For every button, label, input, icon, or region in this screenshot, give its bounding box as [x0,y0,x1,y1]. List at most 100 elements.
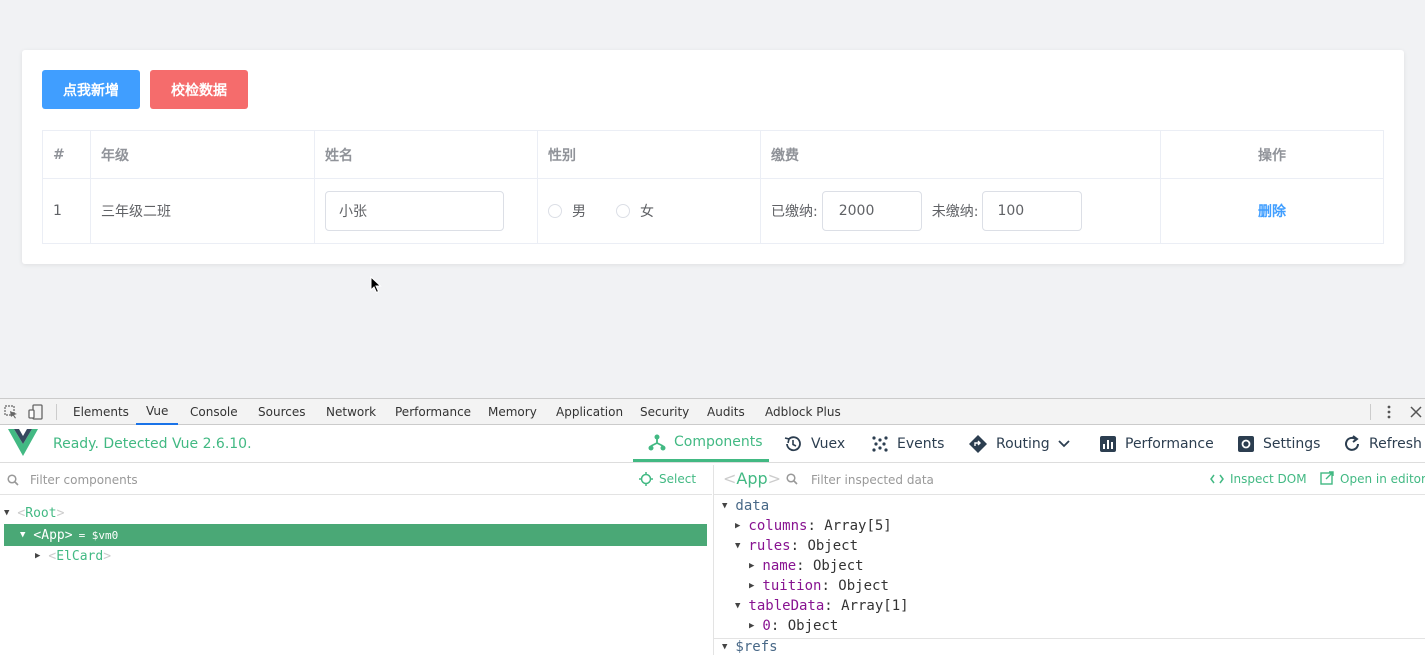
inspect-element-icon[interactable] [4,405,18,419]
tab-routing-label: Routing [996,435,1050,452]
row-grade: 三年级二班 [91,179,315,243]
more-options-icon[interactable] [1384,405,1394,419]
collapse-triangle-icon[interactable]: ▶ [749,621,754,631]
tab-events[interactable]: Events [871,425,944,462]
tab-vuex-label: Vuex [811,435,846,452]
vue-devtools-header: Ready. Detected Vue 2.6.10. Components V… [0,425,1425,463]
inspected-component-title: <App> [723,469,782,488]
tab-security[interactable]: Security [640,399,689,425]
performance-icon [1100,435,1116,452]
header-action: 操作 [1161,131,1383,179]
tab-settings[interactable]: Settings [1237,425,1320,462]
device-toolbar-icon[interactable] [28,404,44,420]
tab-sources[interactable]: Sources [258,399,305,425]
header-tuition: 缴费 [761,131,1161,179]
collapse-triangle-icon[interactable]: ▶ [749,581,754,591]
unpaid-label: 未缴纳: [931,204,979,220]
tab-audits[interactable]: Audits [707,399,745,425]
expand-triangle-icon[interactable]: ▼ [4,508,9,518]
select-component-button[interactable]: Select [659,472,696,486]
collapse-triangle-icon[interactable]: ▶ [749,561,754,571]
tab-performance[interactable]: Performance [395,399,471,425]
component-tree-pane: Filter components Select ▼ < Root > ▼ < App… [0,465,712,655]
tab-performance-label: Performance [1125,435,1214,452]
data-item-rules-name[interactable]: ▶ name: Object [749,556,864,576]
devtools-panel: Elements Vue Console Sources Network Per… [0,398,1425,655]
tree-node-elcard[interactable]: ▶ < ElCard > [35,545,111,567]
delete-link[interactable]: 删除 [1258,201,1286,221]
tab-vuex[interactable]: Vuex [783,425,845,462]
data-item-columns[interactable]: ▶ columns: Array[5] [735,516,892,536]
expand-triangle-icon[interactable]: ▼ [722,501,727,511]
radio-circle[interactable] [616,204,630,218]
tab-memory[interactable]: Memory [488,399,537,425]
tab-network[interactable]: Network [326,399,376,425]
mouse-cursor-icon [370,276,382,294]
tab-elements[interactable]: Elements [73,399,129,425]
section-data-label: data [735,498,770,514]
paid-label: 已缴纳: [771,204,818,220]
header-index: # [43,131,91,179]
collapse-triangle-icon[interactable]: ▶ [735,521,740,531]
vm-reference: = $vm0 [78,528,119,542]
expand-triangle-icon[interactable]: ▼ [735,601,740,611]
collapse-triangle-icon[interactable]: ▶ [35,551,40,561]
refresh-label: Refresh [1369,435,1422,452]
tree-node-root-label: Root [25,505,57,521]
tab-components-label: Components [674,434,763,450]
data-item-rules-tuition[interactable]: ▶ tuition: Object [749,576,889,596]
header-name: 姓名 [315,131,538,179]
tree-node-root[interactable]: ▼ < Root > [4,502,64,524]
expand-triangle-icon[interactable]: ▼ [735,541,740,551]
history-icon [784,435,801,451]
header-gender: 性别 [538,131,761,179]
expand-triangle-icon[interactable]: ▼ [722,642,727,652]
target-icon [639,472,653,486]
vue-logo-icon [8,429,38,456]
unpaid-input[interactable]: 100 [982,191,1083,231]
data-item-rules[interactable]: ▼ rules: Object [735,536,858,556]
tree-node-elcard-label: ElCard [56,548,104,564]
close-icon[interactable] [1410,406,1422,418]
tab-performance-vue[interactable]: Performance [1099,425,1214,462]
validate-button[interactable]: 校检数据 [150,70,248,109]
filter-inspected-input[interactable]: Filter inspected data [811,473,934,487]
refresh-button[interactable]: Refresh [1343,425,1422,462]
section-data[interactable]: ▼ data [722,496,769,516]
gender-radio-male[interactable]: 男 [548,201,586,221]
events-icon [872,435,888,452]
tab-console[interactable]: Console [190,399,238,425]
tab-settings-label: Settings [1263,435,1321,452]
el-card: 点我新增 校检数据 # 年级 姓名 性别 缴费 操作 1 三年级二班 小张 男 … [22,50,1404,264]
vue-status: Ready. Detected Vue 2.6.10. [53,436,252,452]
devtools-tabbar: Elements Vue Console Sources Network Per… [0,398,1425,425]
gender-radio-female[interactable]: 女 [616,201,654,221]
tab-vue[interactable]: Vue [136,399,179,425]
filter-components-input[interactable]: Filter components [30,473,138,487]
tab-routing[interactable]: Routing [968,425,1078,462]
data-item-tabledata-0[interactable]: ▶ 0: Object [749,616,838,636]
name-input[interactable]: 小张 [325,191,504,231]
expand-triangle-icon[interactable]: ▼ [20,530,25,540]
tree-node-app[interactable]: ▼ < App > = $vm0 [4,524,707,546]
data-item-tabledata[interactable]: ▼ tableData: Array[1] [735,596,909,616]
radio-label-female: 女 [640,204,654,220]
gender-cell: 男 女 [538,179,761,243]
paid-input[interactable]: 2000 [821,191,922,231]
tab-adblock-plus[interactable]: Adblock Plus [765,399,841,425]
inspect-dom-button[interactable]: Inspect DOM [1230,472,1307,486]
toolbar-divider [1370,404,1371,420]
tree-node-app-label: App [41,527,65,543]
toolbar-divider [56,404,57,420]
tab-components[interactable]: Components [633,425,769,462]
section-divider [714,638,1425,639]
section-refs[interactable]: ▼ $refs [722,639,778,655]
data-table: # 年级 姓名 性别 缴费 操作 1 三年级二班 小张 男 女 已缴纳: 200… [42,130,1384,244]
header-grade: 年级 [91,131,315,179]
add-button[interactable]: 点我新增 [42,70,140,109]
tab-events-label: Events [897,435,945,452]
open-in-editor-button[interactable]: Open in editor [1340,472,1425,486]
radio-circle[interactable] [548,204,562,218]
tab-application[interactable]: Application [556,399,623,425]
chevron-down-icon [1058,439,1070,447]
